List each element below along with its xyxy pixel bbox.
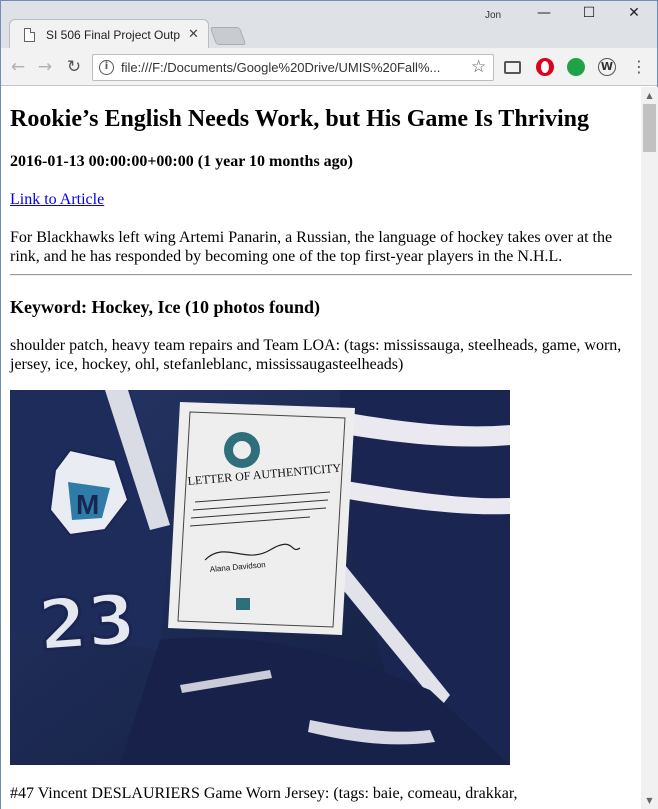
photo-caption-2: #47 Vincent DESLAURIERS Game Worn Jersey… <box>10 785 518 802</box>
scroll-up-icon[interactable]: ▲ <box>641 87 658 104</box>
back-icon[interactable]: ← <box>7 56 29 78</box>
page-icon <box>24 28 35 42</box>
star-icon[interactable]: ☆ <box>471 57 486 77</box>
close-window-button[interactable]: ✕ <box>612 5 656 27</box>
profile-name[interactable]: Jon <box>485 10 501 21</box>
info-icon[interactable]: i <box>99 60 114 75</box>
vertical-scrollbar[interactable]: ▲ ▼ <box>641 87 658 809</box>
opera-icon[interactable] <box>536 58 554 76</box>
w-extension-icon[interactable]: W <box>598 58 616 76</box>
browser-toolbar: ← → ↻ i file:///F:/Documents/Google%20Dr… <box>1 48 657 86</box>
divider <box>10 274 632 276</box>
cast-icon[interactable] <box>504 61 521 74</box>
keyword-heading: Keyword: Hockey, Ice (10 photos found) <box>10 297 320 317</box>
photo-jersey: LETTER OF AUTHENTICITY Alana Davidson M … <box>10 390 510 765</box>
scroll-thumb[interactable] <box>643 104 656 152</box>
scroll-down-icon[interactable]: ▼ <box>641 792 658 809</box>
article-summary: For Blackhawks left wing Artemi Panarin,… <box>10 229 613 265</box>
article-date: 2016-01-13 00:00:00+00:00 (1 year 10 mon… <box>10 153 354 170</box>
menu-icon[interactable]: ⋮ <box>631 57 647 76</box>
article-title: Rookie’s English Needs Work, but His Gam… <box>10 106 589 132</box>
maximize-button[interactable]: ☐ <box>567 5 611 27</box>
tab-active[interactable]: SI 506 Final Project Outp ✕ <box>9 19 209 49</box>
address-bar[interactable]: i file:///F:/Documents/Google%20Drive/UM… <box>92 54 494 81</box>
jersey-illustration: LETTER OF AUTHENTICITY Alana Davidson M … <box>10 390 510 765</box>
article-link[interactable]: Link to Article <box>10 190 632 209</box>
browser-window: SI 506 Final Project Outp ✕ Jon — ☐ ✕ ← … <box>0 0 658 809</box>
jersey-number: 23 <box>35 578 138 667</box>
photo-caption: shoulder patch, heavy team repairs and T… <box>10 337 622 373</box>
svg-text:M: M <box>76 489 99 520</box>
minimize-button[interactable]: — <box>522 5 566 27</box>
reload-icon[interactable]: ↻ <box>63 56 85 78</box>
document-body: Rookie’s English Needs Work, but His Gam… <box>1 87 641 809</box>
url-text[interactable]: file:///F:/Documents/Google%20Drive/UMIS… <box>121 60 461 75</box>
chat-icon[interactable] <box>567 58 585 76</box>
page-viewport: Rookie’s English Needs Work, but His Gam… <box>1 87 641 809</box>
forward-icon[interactable]: → <box>34 56 56 78</box>
new-tab-button[interactable] <box>209 27 247 45</box>
tab-close-icon[interactable]: ✕ <box>188 26 199 42</box>
title-bar: SI 506 Final Project Outp ✕ Jon — ☐ ✕ <box>1 1 657 49</box>
tab-title: SI 506 Final Project Outp <box>46 28 181 42</box>
